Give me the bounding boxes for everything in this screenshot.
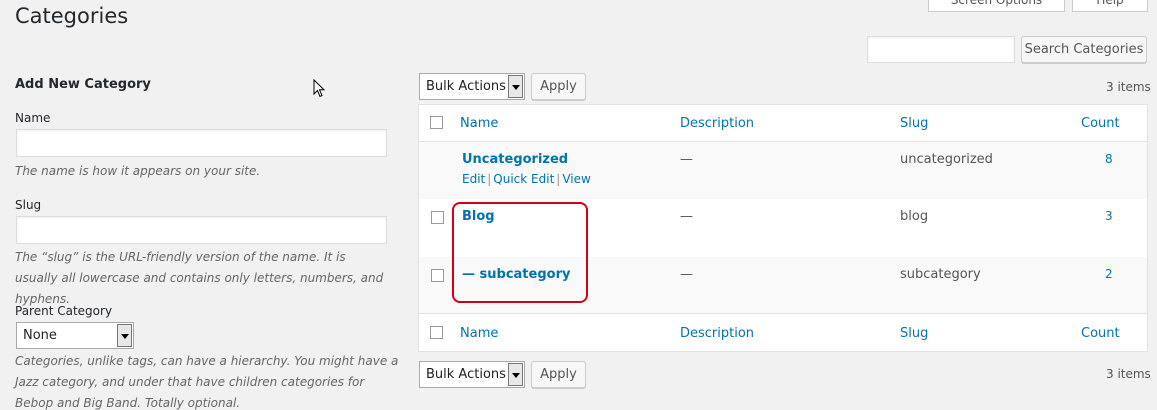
column-slug[interactable]: Slug: [900, 116, 928, 131]
search-categories-button[interactable]: Search Categories: [1021, 36, 1147, 63]
column-slug-footer[interactable]: Slug: [900, 326, 928, 341]
category-description: —: [680, 152, 693, 167]
screen-options-button[interactable]: Screen Options: [928, 0, 1065, 12]
apply-button-bottom[interactable]: Apply: [531, 361, 586, 388]
category-slug: subcategory: [900, 267, 981, 282]
edit-link[interactable]: Edit: [462, 172, 485, 186]
column-count[interactable]: Count: [1081, 116, 1120, 131]
column-description-footer[interactable]: Description: [680, 326, 754, 341]
items-count-top: 3 items: [1106, 80, 1151, 94]
category-description: —: [680, 209, 693, 224]
highlight-annotation: [452, 202, 588, 303]
table-footer-row: Name Description Slug Count: [419, 314, 1147, 351]
row-checkbox[interactable]: [431, 269, 444, 282]
chevron-down-icon[interactable]: [508, 75, 523, 98]
chevron-down-icon[interactable]: [508, 363, 523, 386]
name-field[interactable]: [16, 129, 387, 157]
slug-label: Slug: [15, 198, 42, 212]
apply-button-top[interactable]: Apply: [531, 73, 586, 100]
parent-category-label: Parent Category: [15, 304, 113, 318]
search-input[interactable]: [867, 36, 1015, 63]
add-new-category-heading: Add New Category: [15, 77, 151, 92]
parent-category-value: None: [23, 328, 57, 343]
column-description[interactable]: Description: [680, 116, 754, 131]
category-slug: uncategorized: [900, 152, 993, 167]
table-header-row: Name Description Slug Count: [419, 105, 1147, 142]
row-checkbox[interactable]: [431, 211, 444, 224]
category-count-link[interactable]: 3: [1105, 209, 1113, 223]
column-count-footer[interactable]: Count: [1081, 326, 1120, 341]
select-all-checkbox-bottom[interactable]: [430, 326, 443, 339]
column-name[interactable]: Name: [460, 116, 498, 131]
slug-description: The “slug” is the URL-friendly version o…: [15, 250, 384, 306]
slug-field[interactable]: [16, 216, 387, 244]
mouse-cursor-icon: [313, 79, 326, 98]
row-actions: Edit | Quick Edit | View: [462, 172, 591, 186]
category-count-link[interactable]: 8: [1105, 152, 1113, 166]
items-count-bottom: 3 items: [1106, 367, 1151, 381]
chevron-down-icon[interactable]: [117, 324, 132, 347]
view-link[interactable]: View: [562, 172, 590, 186]
table-row: Uncategorized — uncategorized 8 Edit | Qui…: [419, 142, 1147, 199]
bulk-actions-select-top[interactable]: Bulk Actions: [419, 73, 525, 100]
name-label: Name: [15, 111, 51, 125]
category-description: —: [680, 267, 693, 282]
page-title: Categories: [15, 4, 129, 28]
help-button[interactable]: Help: [1072, 0, 1148, 12]
separator: |: [487, 172, 492, 186]
bulk-actions-value: Bulk Actions: [426, 367, 506, 382]
select-all-checkbox[interactable]: [430, 116, 443, 129]
category-name-link[interactable]: Uncategorized: [462, 152, 568, 167]
bulk-actions-value: Bulk Actions: [426, 79, 506, 94]
category-count-link[interactable]: 2: [1105, 267, 1113, 281]
separator: |: [556, 172, 561, 186]
category-slug: blog: [900, 209, 929, 224]
parent-category-select[interactable]: None: [16, 322, 134, 349]
name-description: The name is how it appears on your site.: [15, 164, 261, 178]
column-name-footer[interactable]: Name: [460, 326, 498, 341]
bulk-actions-select-bottom[interactable]: Bulk Actions: [419, 361, 525, 388]
quick-edit-link[interactable]: Quick Edit: [493, 172, 554, 186]
parent-category-description: Categories, unlike tags, can have a hier…: [15, 354, 399, 410]
